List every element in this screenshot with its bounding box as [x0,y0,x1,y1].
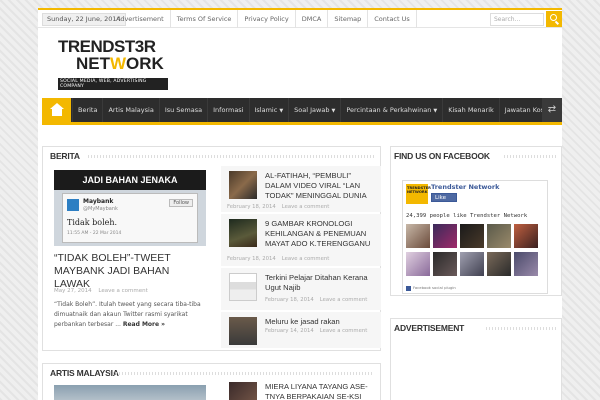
nav-item-islamic[interactable]: Islamic ▼ [248,98,289,122]
logo-line-1: TRENDST3R [58,37,156,56]
nav-item-soal-jawab[interactable]: Soal Jawab ▼ [288,98,340,122]
post-thumbnail[interactable] [229,219,257,247]
post-meta: February 18, 2014 Leave a comment [227,204,330,210]
main-navigation: Berita Artis Malaysia Isu Semasa Informa… [42,98,562,125]
site-logo[interactable]: TRENDST3R NETWORK SOCIAL MEDIA, WEB, ADV… [58,37,168,90]
post-title[interactable]: AL-FATIHAH, “PEMBULI” DALAM VIDEO VIRAL … [265,171,377,201]
chevron-down-icon: ▼ [331,108,336,114]
top-link-sitemap[interactable]: Sitemap [328,10,369,28]
tweet-name: Maybank [83,198,114,205]
featured-comment-link[interactable]: Leave a comment [98,288,147,294]
section-divider [486,327,556,330]
shuffle-icon: ⇄ [547,104,557,115]
top-links: Advertisement Terms Of Service Privacy P… [110,10,417,28]
chevron-down-icon: ▼ [433,108,438,114]
maybank-avatar [67,199,79,211]
post-meta: February 18, 2014 Leave a comment [265,297,368,303]
section-title-artis: ARTIS MALAYSIA [50,368,119,378]
fan-avatar[interactable] [514,252,538,276]
home-button[interactable] [42,98,71,122]
logo-line-2: NETWORK [76,54,164,73]
nav-item-percintaan[interactable]: Percintaan & Perkahwinan ▼ [340,98,442,122]
post-thumbnail[interactable] [229,171,257,199]
featured-image[interactable]: JADI BAHAN JENAKA Maybank @MyMaybank Fol… [54,170,206,246]
chevron-down-icon: ▼ [279,108,284,114]
comment-link[interactable]: Leave a comment [282,204,330,210]
comment-link[interactable]: Leave a comment [282,256,330,262]
image-banner: JADI BAHAN JENAKA [54,170,206,190]
featured-date: May 27, 2014 [54,288,92,294]
page-logo[interactable]: TRENDSTER NETWORK [406,184,431,204]
nav-item-berita[interactable]: Berita [72,98,102,122]
tweet-handle: @MyMaybank [83,206,118,212]
widget-title-facebook: FIND US ON FACEBOOK [394,151,490,161]
comment-link[interactable]: Leave a comment [320,328,368,334]
facebook-icon [406,285,411,291]
post-thumbnail[interactable] [229,273,257,301]
fan-avatar[interactable] [514,224,538,248]
featured-meta: May 27, 2014 Leave a comment [54,288,153,294]
fan-avatar[interactable] [433,252,457,276]
top-link-advertisement[interactable]: Advertisement [110,10,171,28]
section-divider [88,155,374,158]
section-divider [110,372,374,375]
post-thumbnail[interactable] [229,382,257,400]
fan-avatar[interactable] [460,252,484,276]
page-container: Sunday, 22 June, 2014 Advertisement Term… [38,8,562,400]
nav-menu: Berita Artis Malaysia Isu Semasa Informa… [72,98,567,122]
facebook-page-name[interactable]: Trendster Network [431,183,499,191]
tweet-text: Tidak boleh. [67,218,118,227]
tweet-follow: Follow [169,199,193,207]
logo-tagline: SOCIAL MEDIA, WEB, ADVERTISING COMPANY [58,78,168,90]
fan-avatar[interactable] [460,224,484,248]
post-meta: February 18, 2014 Leave a comment [227,256,330,262]
featured-image[interactable] [54,385,206,400]
top-link-terms[interactable]: Terms Of Service [171,10,239,28]
nav-item-artis-malaysia[interactable]: Artis Malaysia [102,98,158,122]
nav-item-isu-semasa[interactable]: Isu Semasa [158,98,207,122]
post-meta: February 14, 2014 Leave a comment [265,328,368,334]
widget-title-advertisement: ADVERTISEMENT [394,323,465,333]
featured-excerpt: “Tidak Boleh”. Itulah tweet yang secara … [54,301,201,328]
tweet-date: 11:55 AM - 22 Mar 2014 [67,231,122,236]
comment-link[interactable]: Leave a comment [320,297,368,303]
fan-avatar[interactable] [487,224,511,248]
featured-title[interactable]: “TIDAK BOLEH”-TWEET MAYBANK JADI BAHAN L… [54,252,206,291]
fan-avatar[interactable] [487,252,511,276]
like-count: 24,399 people like Trendster Network [406,213,528,219]
tweet-card: Maybank @MyMaybank Follow Tidak boleh. 1… [62,193,198,243]
random-article-button[interactable]: ⇄ [542,98,562,122]
search-button[interactable] [546,11,562,27]
fan-faces [406,224,538,277]
facebook-plugin-label: Facebook social plugin [406,285,456,291]
post-title[interactable]: Meluru ke jasad rakan [265,317,377,327]
search-input[interactable]: Search... [490,13,544,26]
post-title[interactable]: MIERA LIYANA TAYANG ASE-TNYA BERPAKAIAN … [265,382,377,400]
fan-avatar[interactable] [406,224,430,248]
read-more-link[interactable]: Read More » [123,321,165,328]
nav-item-kisah-menarik[interactable]: Kisah Menarik [442,98,499,122]
top-bar: Sunday, 22 June, 2014 Advertisement Term… [38,8,562,28]
top-link-contact[interactable]: Contact Us [368,10,417,28]
fan-avatar[interactable] [406,252,430,276]
facebook-like-button[interactable]: Like [431,193,457,202]
post-title[interactable]: 9 GAMBAR KRONOLOGI KEHILANGAN & PENEMUAN… [265,219,377,249]
post-title[interactable]: Terkini Pelajar Ditahan Kerana Ugut Naji… [265,273,377,293]
post-thumbnail[interactable] [229,317,257,345]
section-divider [504,155,556,158]
nav-item-informasi[interactable]: Informasi [207,98,248,122]
facebook-like-box: TRENDSTER NETWORK Trendster Network Like… [402,180,548,294]
search-icon [550,14,557,21]
section-title-berita: BERITA [50,151,80,161]
top-link-dmca[interactable]: DMCA [296,10,329,28]
top-link-privacy[interactable]: Privacy Policy [238,10,296,28]
fan-avatar[interactable] [433,224,457,248]
